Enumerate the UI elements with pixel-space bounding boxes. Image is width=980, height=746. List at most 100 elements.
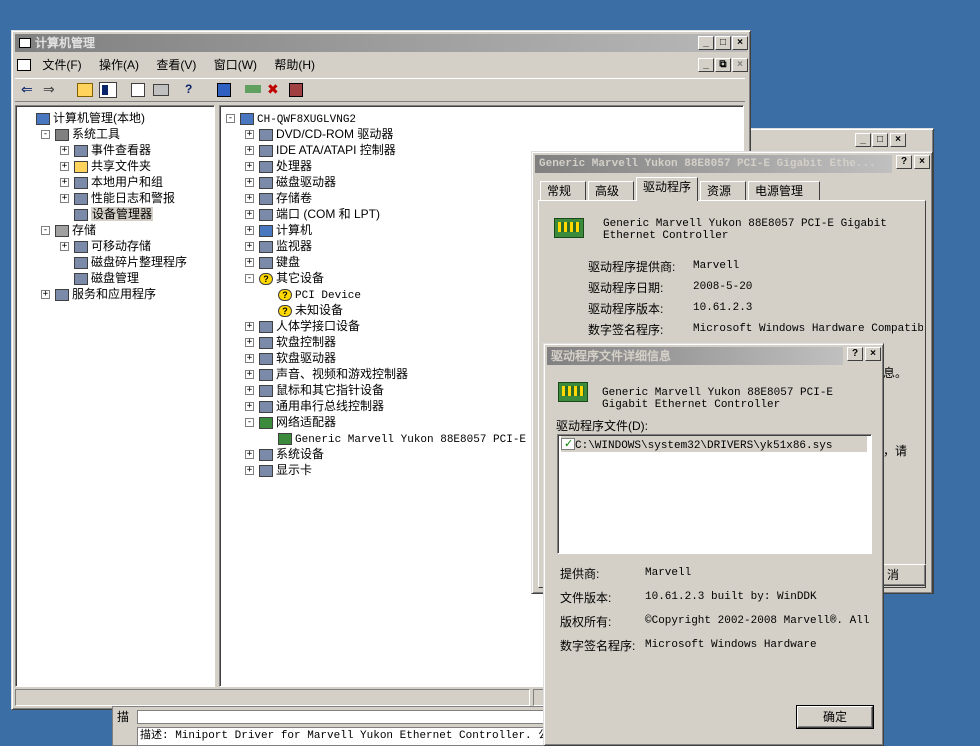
expand-button[interactable]: + [60, 146, 69, 155]
tab-driver[interactable]: 驱动程序 [636, 177, 698, 201]
left-tree-item[interactable]: 服务和应用程序 [55, 286, 156, 302]
uninstall-icon[interactable]: ✖ [267, 81, 279, 98]
properties-title-bar[interactable]: Generic Marvell Yukon 88E8057 PCI-E Giga… [535, 155, 892, 173]
show-hide-tree-icon[interactable] [99, 82, 117, 98]
disable-icon[interactable] [289, 83, 303, 97]
collapse-button[interactable]: - [245, 274, 254, 283]
device-tree-item[interactable]: 通用串行总线控制器 [259, 398, 384, 414]
left-tree-item[interactable]: 设备管理器 [74, 206, 154, 222]
expand-button[interactable]: + [60, 242, 69, 251]
collapse-button[interactable]: - [41, 226, 50, 235]
forward-icon[interactable]: ⇒ [43, 81, 55, 98]
menu-file[interactable]: 文件(F) [42, 58, 81, 72]
tree-pane-left[interactable]: 计算机管理(本地) - 系统工具 + 事件查看器 + 共享文件夹 + 本地用户和组 + 性能日志和警… [15, 105, 215, 687]
update-driver-icon[interactable] [245, 85, 261, 93]
properties-icon[interactable] [131, 83, 145, 97]
expand-button[interactable]: + [245, 178, 254, 187]
child-minimize-button[interactable]: _ [698, 58, 714, 72]
device-tree-item[interactable]: 软盘驱动器 [259, 350, 336, 366]
device-tree-item[interactable]: 计算机 [259, 222, 312, 238]
expand-button[interactable]: + [245, 370, 254, 379]
device-tree-item[interactable]: ? 未知设备 [278, 302, 343, 318]
back-icon[interactable]: ⇐ [21, 81, 33, 98]
expand-button[interactable]: + [245, 386, 254, 395]
left-tree-item[interactable]: 事件查看器 [74, 142, 151, 158]
expand-button[interactable]: + [245, 162, 254, 171]
left-tree-item[interactable]: 性能日志和警报 [74, 190, 175, 206]
expand-button[interactable]: + [245, 466, 254, 475]
device-tree-item[interactable]: CH-QWF8XUGLVNG2 [240, 110, 356, 126]
left-tree-item[interactable]: 系统工具 [55, 126, 120, 142]
device-tree-item[interactable]: 软盘控制器 [259, 334, 336, 350]
menu-view[interactable]: 查看(V) [156, 58, 196, 72]
close-button[interactable]: × [732, 36, 748, 50]
device-tree-item[interactable]: 网络适配器 [259, 414, 336, 430]
up-level-icon[interactable] [77, 83, 93, 97]
left-tree-item[interactable]: 可移动存储 [74, 238, 151, 254]
expand-button[interactable]: + [245, 210, 254, 219]
expand-button[interactable]: + [245, 226, 254, 235]
window-title-bar[interactable]: 计算机管理 [15, 34, 747, 52]
menu-action[interactable]: 操作(A) [99, 58, 139, 72]
details-close-button[interactable]: × [865, 347, 881, 361]
expand-button[interactable]: + [245, 130, 254, 139]
expand-button[interactable]: + [245, 242, 254, 251]
expand-button[interactable]: + [245, 338, 254, 347]
ok-button[interactable]: 确定 [796, 705, 874, 729]
collapse-button[interactable]: - [41, 130, 50, 139]
device-tree-item[interactable]: 显示卡 [259, 462, 312, 478]
device-tree-item[interactable]: 鼠标和其它指针设备 [259, 382, 384, 398]
device-tree-item[interactable]: 磁盘驱动器 [259, 174, 336, 190]
device-tree-item[interactable]: 系统设备 [259, 446, 324, 462]
child-restore-button[interactable]: ⧉ [715, 58, 731, 72]
maximize-button[interactable]: □ [872, 133, 888, 147]
properties-close-button[interactable]: × [914, 155, 930, 169]
maximize-button[interactable]: □ [715, 36, 731, 50]
device-tree-item[interactable]: 处理器 [259, 158, 312, 174]
close-button[interactable]: × [890, 133, 906, 147]
details-title-bar[interactable]: 驱动程序文件详细信息 [547, 347, 843, 365]
expand-button[interactable]: + [245, 402, 254, 411]
menu-window[interactable]: 窗口(W) [214, 58, 257, 72]
device-tree-item[interactable]: 键盘 [259, 254, 300, 270]
expand-button[interactable]: + [41, 290, 50, 299]
print-icon[interactable] [153, 84, 169, 96]
expand-button[interactable]: + [60, 194, 69, 203]
expand-button[interactable]: + [245, 322, 254, 331]
expand-button[interactable]: + [245, 450, 254, 459]
device-tree-item[interactable]: 监视器 [259, 238, 312, 254]
device-tree-item[interactable]: 人体学接口设备 [259, 318, 360, 334]
expand-button[interactable]: + [60, 178, 69, 187]
left-tree-item[interactable]: 共享文件夹 [74, 158, 151, 174]
minimize-button[interactable]: _ [855, 133, 871, 147]
left-tree-item[interactable]: 磁盘管理 [74, 270, 139, 286]
menu-help[interactable]: 帮助(H) [274, 58, 315, 72]
device-tree-item[interactable]: 存储卷 [259, 190, 312, 206]
driver-files-list[interactable]: ✓ C:\WINDOWS\system32\DRIVERS\yk51x86.sys [557, 434, 872, 554]
expand-button[interactable]: + [245, 258, 254, 267]
help-icon[interactable]: ? [185, 82, 192, 96]
collapse-button[interactable]: - [245, 418, 254, 427]
collapse-button[interactable]: - [226, 114, 235, 123]
device-tree-item[interactable]: ? 其它设备 [259, 270, 324, 286]
tab-resources[interactable]: 资源 [700, 181, 746, 201]
left-tree-item[interactable]: 本地用户和组 [74, 174, 163, 190]
left-tree-item[interactable]: 存储 [55, 222, 96, 238]
device-tree-item[interactable]: 端口 (COM 和 LPT) [259, 206, 380, 222]
device-tree-item[interactable]: 声音、视频和游戏控制器 [259, 366, 408, 382]
scan-hardware-icon[interactable] [217, 83, 231, 97]
driver-file-item[interactable]: ✓ C:\WINDOWS\system32\DRIVERS\yk51x86.sys [561, 436, 867, 452]
device-tree-item[interactable]: DVD/CD-ROM 驱动器 [259, 126, 393, 142]
tab-general[interactable]: 常规 [540, 181, 586, 201]
left-tree-item[interactable]: 计算机管理(本地) [36, 110, 145, 126]
device-tree-item[interactable]: IDE ATA/ATAPI 控制器 [259, 142, 396, 158]
details-help-button[interactable]: ? [847, 347, 863, 361]
expand-button[interactable]: + [60, 162, 69, 171]
expand-button[interactable]: + [245, 194, 254, 203]
tab-advanced[interactable]: 高级 [588, 181, 634, 201]
device-tree-item[interactable]: Generic Marvell Yukon 88E8057 PCI-E Gig [278, 430, 552, 446]
expand-button[interactable]: + [245, 146, 254, 155]
device-tree-item[interactable]: ? PCI Device [278, 286, 361, 302]
tab-power-management[interactable]: 电源管理 [748, 181, 820, 201]
left-tree-item[interactable]: 磁盘碎片整理程序 [74, 254, 187, 270]
